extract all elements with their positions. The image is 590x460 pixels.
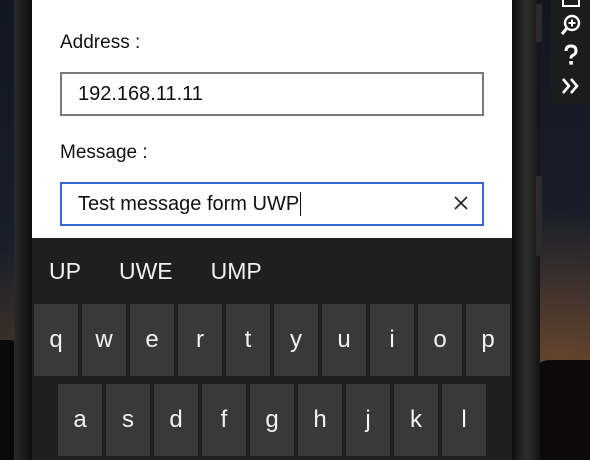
key-k[interactable]: k xyxy=(394,384,438,456)
phone-edge xyxy=(14,0,32,460)
emulator-toolbar xyxy=(551,0,590,104)
key-a[interactable]: a xyxy=(58,384,102,456)
key-d[interactable]: d xyxy=(154,384,198,456)
message-value: Test message form UWP xyxy=(78,192,300,215)
suggestion-item[interactable]: UWE xyxy=(119,258,173,285)
help-icon[interactable] xyxy=(559,43,583,67)
key-p[interactable]: p xyxy=(466,304,510,376)
suggestion-bar: UP UWE UMP xyxy=(32,238,512,304)
key-o[interactable]: o xyxy=(418,304,462,376)
app-screen: Address : 192.168.11.11 Message : Test m… xyxy=(32,0,512,460)
address-input[interactable]: 192.168.11.11 xyxy=(60,72,484,116)
volume-button xyxy=(536,4,542,42)
power-button xyxy=(536,176,542,256)
key-l[interactable]: l xyxy=(442,384,486,456)
message-label: Message : xyxy=(60,142,148,163)
address-value: 192.168.11.11 xyxy=(78,82,203,105)
key-h[interactable]: h xyxy=(298,384,342,456)
key-t[interactable]: t xyxy=(226,304,270,376)
zoom-icon[interactable] xyxy=(559,13,583,37)
key-y[interactable]: y xyxy=(274,304,318,376)
key-r[interactable]: r xyxy=(178,304,222,376)
suggestion-item[interactable]: UMP xyxy=(211,258,262,285)
text-caret xyxy=(300,192,302,216)
message-value-wrap: Test message form UWP xyxy=(62,192,302,216)
key-q[interactable]: q xyxy=(34,304,78,376)
key-f[interactable]: f xyxy=(202,384,246,456)
additional-tools-icon[interactable] xyxy=(559,74,583,98)
key-g[interactable]: g xyxy=(250,384,294,456)
address-label: Address : xyxy=(60,32,141,53)
key-j[interactable]: j xyxy=(346,384,390,456)
on-screen-keyboard: UP UWE UMP q w e r t y u i o p a s d f g… xyxy=(32,238,512,460)
key-s[interactable]: s xyxy=(106,384,150,456)
fit-screen-icon[interactable] xyxy=(559,0,583,14)
key-i[interactable]: i xyxy=(370,304,414,376)
message-input[interactable]: Test message form UWP xyxy=(60,182,484,226)
key-u[interactable]: u xyxy=(322,304,366,376)
key-e[interactable]: e xyxy=(130,304,174,376)
clear-icon[interactable] xyxy=(452,194,470,212)
suggestion-item[interactable]: UP xyxy=(49,258,81,285)
key-w[interactable]: w xyxy=(82,304,126,376)
